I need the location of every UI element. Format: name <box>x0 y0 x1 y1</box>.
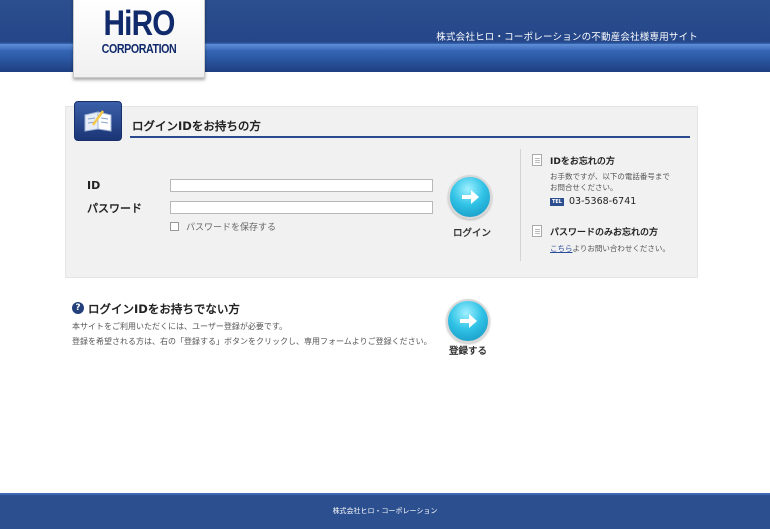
password-input[interactable] <box>170 201 433 214</box>
tel-number: 03-5368-6741 <box>569 196 637 207</box>
document-icon <box>532 154 542 166</box>
arrow-right-icon <box>462 190 479 204</box>
register-text-2: 登録を希望される方は、右の「登録する」ボタンをクリックし、専用フォームよりご登録… <box>72 337 432 346</box>
password-label: パスワード <box>87 202 142 215</box>
forgot-password-suffix: よりお問い合わせください。 <box>572 244 670 253</box>
tel-badge: TEL <box>550 198 564 206</box>
register-title: ログインIDをお持ちでない方 <box>88 302 240 316</box>
login-panel: ログインIDをお持ちの方 ID パスワード パスワードを保存する ログイン ID… <box>65 101 698 278</box>
footer-copyright: 株式会社ヒロ・コーポレーション <box>332 507 438 515</box>
remember-password-label[interactable]: パスワードを保存する <box>186 220 276 233</box>
question-icon: ? <box>72 302 84 314</box>
login-button[interactable] <box>448 175 492 219</box>
site-footer: 株式会社ヒロ・コーポレーション <box>0 493 770 529</box>
title-rule <box>130 136 690 138</box>
login-panel-title: ログインIDをお持ちの方 <box>132 119 261 133</box>
forgot-password-title: パスワードのみお忘れの方 <box>550 228 659 238</box>
forgot-id-title: IDをお忘れの方 <box>550 157 615 167</box>
register-text-1: 本サイトをご利用いただくには、ユーザー登録が必要です。 <box>72 322 288 331</box>
panel-divider <box>520 149 521 261</box>
forgot-password-link[interactable]: こちら <box>550 244 573 253</box>
book-icon <box>74 101 122 141</box>
logo-sub-text: CORPORATION <box>101 41 177 56</box>
forgot-password-text: こちらよりお問い合わせください。 <box>550 243 670 254</box>
register-button-label[interactable]: 登録する <box>444 343 492 357</box>
remember-password-checkbox[interactable] <box>170 222 179 231</box>
forgot-id-text-1: お手数ですが、以下の電話番号まで <box>550 172 670 181</box>
logo-main-text: HiRO <box>103 4 176 43</box>
id-label: ID <box>87 179 101 192</box>
document-icon <box>532 225 542 237</box>
site-tagline: 株式会社ヒロ・コーポレーションの不動産会社様専用サイト <box>436 32 698 43</box>
register-button[interactable] <box>446 299 490 343</box>
forgot-id-text-2: お問合せください。 <box>550 183 618 192</box>
company-logo[interactable]: HiRO CORPORATION <box>73 0 205 78</box>
id-input[interactable] <box>170 179 433 192</box>
login-button-label[interactable]: ログイン <box>448 225 496 239</box>
arrow-right-icon <box>460 314 477 328</box>
